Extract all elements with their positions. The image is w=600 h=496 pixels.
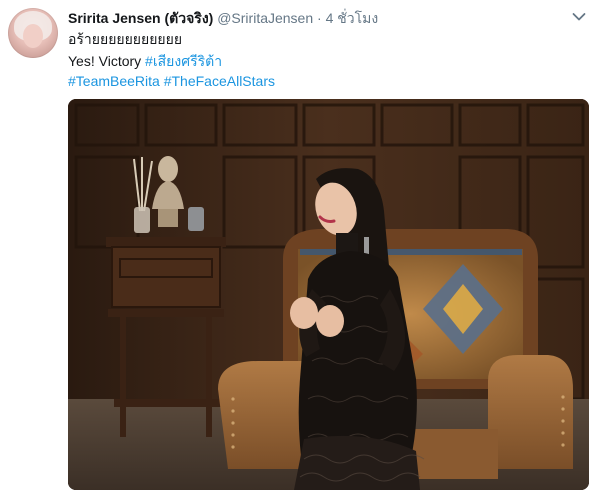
- photo-illustration: [68, 99, 589, 490]
- tweet-text: Yes! Victory: [68, 53, 146, 69]
- avatar[interactable]: [8, 8, 58, 58]
- hashtag-link[interactable]: #TeamBeeRita: [68, 73, 160, 89]
- hashtag-link[interactable]: #เสียงศรีริต้า: [145, 53, 222, 69]
- author-handle[interactable]: @SriritaJensen: [217, 10, 313, 26]
- tweet-photo[interactable]: [68, 99, 589, 490]
- chevron-down-icon[interactable]: [572, 12, 586, 22]
- hashtag-link[interactable]: #TheFaceAllStars: [164, 73, 275, 89]
- tweet-timestamp[interactable]: 4 ชั่วโมง: [326, 10, 379, 26]
- tweet-text-line-1: อร้ายยยยยยยยยยย: [68, 31, 183, 47]
- tweet-header: Sririta Jensen (ตัวจริง) @SriritaJensen …: [68, 9, 570, 27]
- tweet-hashtags-line: #TeamBeeRita #TheFaceAllStars: [68, 72, 275, 90]
- header-separator: ·: [317, 10, 322, 26]
- tweet-text-line-2: Yes! Victory #เสียงศรีริต้า: [68, 52, 222, 70]
- avatar-face: [23, 24, 43, 48]
- author-name[interactable]: Sririta Jensen (ตัวจริง): [68, 10, 213, 26]
